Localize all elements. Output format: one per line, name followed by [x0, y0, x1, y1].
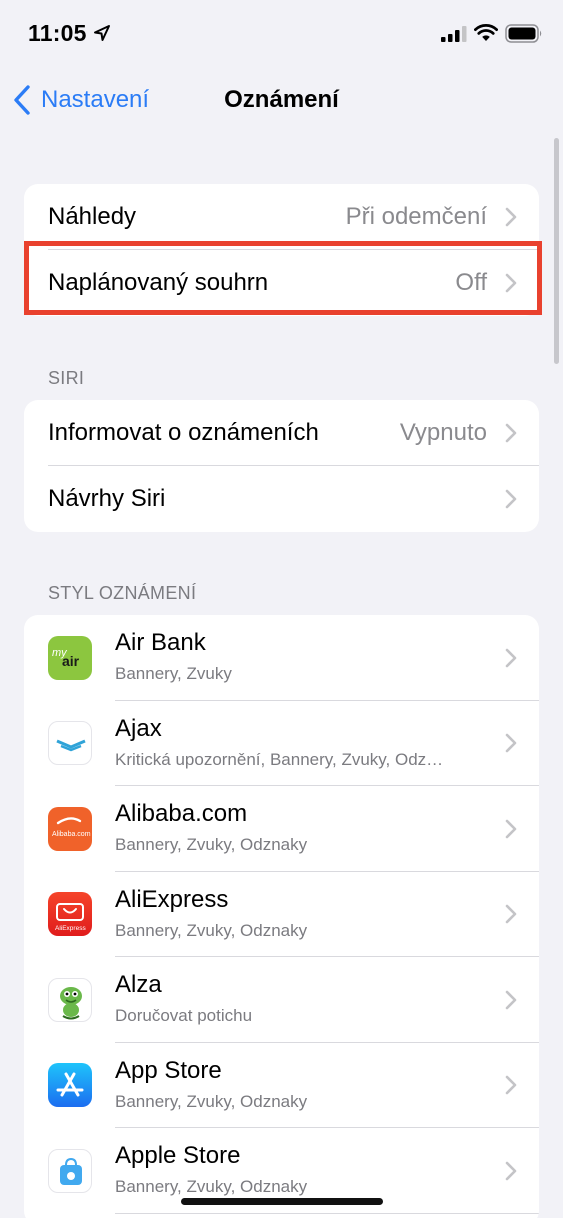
alibaba-logo-text: Alibaba.com — [52, 831, 91, 838]
page-title: Oznámení — [224, 86, 339, 113]
row-label: Náhledy — [48, 203, 137, 230]
chevron-right-icon — [505, 819, 517, 839]
app-name: AliExpress — [115, 885, 229, 913]
app-name: Alibaba.com — [115, 800, 248, 827]
row-nahledy[interactable]: Náhledy Při odemčení — [24, 184, 539, 250]
app-store-icon — [48, 1063, 92, 1108]
list-item-air-bank[interactable]: my air Air Bank Bannery, Zvuky — [24, 615, 539, 701]
battery-icon — [505, 24, 542, 43]
chevron-right-icon — [505, 904, 517, 924]
app-name: Alza — [115, 971, 162, 998]
preview-settings-group: Náhledy Při odemčení Naplánovaný souhrn … — [24, 184, 539, 316]
row-value: Off — [455, 269, 487, 296]
location-arrow-icon — [94, 25, 110, 41]
ajax-icon — [48, 721, 92, 766]
app-notification-style: Kritická upozornění, Bannery, Zvuky, Odz… — [115, 749, 444, 769]
cellular-signal-icon — [441, 26, 467, 42]
chevron-right-icon — [505, 648, 517, 668]
app-name: App Store — [115, 1056, 222, 1084]
aliexpress-icon: AliExpress — [48, 892, 92, 937]
air-bank-logo-air: air — [62, 653, 80, 669]
row-label: Informovat o oznámeních — [48, 419, 319, 446]
row-navrhy-siri[interactable]: Návrhy Siri — [24, 466, 539, 532]
chevron-right-icon — [505, 273, 517, 293]
alibaba-icon: Alibaba.com — [48, 806, 92, 851]
app-notification-style: Bannery, Zvuky — [115, 664, 232, 683]
home-indicator[interactable] — [181, 1198, 383, 1205]
air-bank-icon: my air — [48, 635, 92, 680]
wifi-icon — [474, 23, 498, 41]
app-notification-style: Bannery, Zvuky, Odznaky — [115, 835, 308, 854]
app-name: Apple Store — [115, 1142, 241, 1169]
apple-store-icon — [48, 1148, 92, 1193]
app-name: Ajax — [115, 714, 162, 742]
row-label: Naplánovaný souhrn — [48, 269, 269, 296]
chevron-right-icon — [505, 1075, 517, 1095]
app-notification-style: Bannery, Zvuky, Odznaky — [115, 1177, 308, 1196]
row-label: Návrhy Siri — [48, 485, 166, 512]
chevron-right-icon — [505, 423, 517, 443]
section-header-siri: SIRI — [48, 368, 85, 388]
app-name: Air Bank — [115, 629, 206, 656]
scroll-indicator[interactable] — [554, 138, 559, 364]
app-notification-style: Doručovat potichu — [115, 1006, 253, 1025]
list-item-ajax[interactable]: Ajax Kritická upozornění, Bannery, Zvuky… — [24, 701, 539, 786]
chevron-right-icon — [505, 990, 517, 1010]
chevron-right-icon — [505, 207, 517, 227]
row-value: Při odemčení — [345, 203, 487, 230]
row-naplanovany-souhrn[interactable]: Naplánovaný souhrn Off — [24, 250, 539, 316]
row-informovat-o-oznamenich[interactable]: Informovat o oznámeních Vypnuto — [24, 400, 539, 466]
section-header-styl-oznameni: STYL OZNÁMENÍ — [48, 583, 197, 603]
list-item-alibaba[interactable]: Alibaba.com Alibaba.com Bannery, Zvuky, … — [24, 786, 539, 872]
row-value: Vypnuto — [399, 419, 487, 446]
status-time: 11:05 — [28, 20, 87, 46]
chevron-right-icon — [505, 733, 517, 753]
app-notification-style: Bannery, Zvuky, Odznaky — [115, 1091, 308, 1111]
siri-group: Informovat o oznámeních Vypnuto Návrhy S… — [24, 400, 539, 532]
aliexpress-logo-text: AliExpress — [55, 925, 86, 932]
list-item-aliexpress[interactable]: AliExpress AliExpress Bannery, Zvuky, Od… — [24, 872, 539, 957]
app-notification-style: Bannery, Zvuky, Odznaky — [115, 920, 308, 940]
app-list-group: my air Air Bank Bannery, Zvuky Ajax Krit… — [24, 615, 539, 1218]
divider — [115, 1212, 539, 1214]
list-item-app-store[interactable]: App Store Bannery, Zvuky, Odznaky — [24, 1043, 539, 1128]
alza-icon — [48, 977, 92, 1022]
navigation-bar: Nastavení Oznámení — [0, 70, 563, 130]
chevron-right-icon — [505, 1161, 517, 1181]
status-bar: 11:05 — [0, 0, 563, 70]
chevron-right-icon — [505, 489, 517, 509]
list-item-alza[interactable]: Alza Doručovat potichu — [24, 957, 539, 1043]
